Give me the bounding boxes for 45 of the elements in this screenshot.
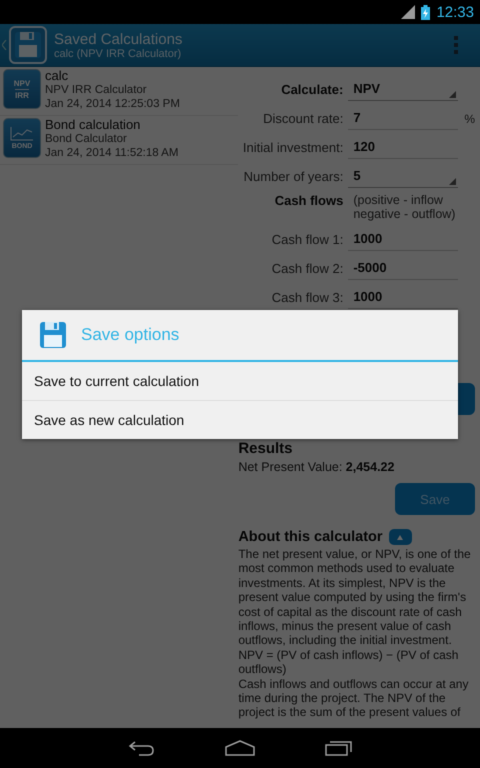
input-field[interactable]: 120: [348, 136, 458, 159]
battery-icon: [421, 4, 430, 20]
section-label: Cash flows: [274, 193, 344, 208]
result-text: Net Present Value: 2,454.22: [238, 460, 396, 474]
back-icon[interactable]: [127, 740, 155, 756]
back-caret-icon: [2, 40, 7, 50]
save-button[interactable]: Save: [395, 483, 475, 515]
section-title: About this calculator: [238, 529, 383, 545]
input-field[interactable]: 1000: [348, 286, 458, 309]
item-calculator: NPV IRR Calculator: [45, 83, 148, 97]
results-heading: Results: [238, 440, 294, 457]
description-text: NPV = (PV of cash inflows) − (PV of cash outflows): [238, 648, 460, 677]
item-name: calc: [45, 69, 70, 83]
screen-title: Saved Calculations: [54, 30, 184, 48]
field-label: Calculate:: [280, 82, 344, 97]
dialog-title: Save options: [81, 325, 180, 345]
input-field[interactable]: 7: [348, 107, 458, 130]
item-name: Bond calculation: [45, 118, 142, 132]
dropdown[interactable]: NPV: [348, 78, 458, 101]
field-label: Cash flow 1:: [270, 232, 344, 247]
chart-line-icon: [10, 126, 34, 140]
dialog-option[interactable]: Save to current calculation: [22, 362, 458, 400]
calculator-icon: NPV IRR: [3, 69, 41, 109]
item-date: Jan 24, 2014 12:25:03 PM: [45, 97, 180, 111]
description-text: The net present value, or NPV, is one of the most common methods used to evaluate investments. At its simplest, NPV is the present value computed by using the firm's cost of capital as the discount rate of cash inflows, minus the present value of cash outflows, including the initial investment.: [238, 546, 472, 648]
item-date: Jan 24, 2014 11:52:18 AM: [45, 146, 178, 160]
item-calculator: Bond Calculator: [45, 132, 128, 146]
dropdown[interactable]: 5: [348, 165, 458, 188]
recent-apps-icon[interactable]: [325, 740, 353, 756]
input-field[interactable]: -5000: [348, 257, 458, 280]
home-icon[interactable]: [225, 740, 255, 756]
saved-calculation-item[interactable]: NPV IRR calc NPV IRR Calculator Jan 24, 2014 12:25:03 PM: [0, 67, 238, 116]
dialog-option[interactable]: Save as new calculation: [22, 400, 458, 439]
hint-text: (positive - inflow negative - outflow): [352, 193, 456, 221]
clock: 12:33: [436, 4, 474, 20]
screen-subtitle: calc (NPV IRR Calculator): [54, 48, 182, 60]
description-text: Cash inflows and outflows can occur at any time during the project. The NPV of the project is the sum of the present values of: [238, 676, 470, 720]
field-label: Number of years:: [242, 169, 344, 184]
input-field[interactable]: 1000: [348, 228, 458, 251]
field-label: Cash flow 2:: [270, 261, 344, 276]
field-label: Cash flow 3:: [270, 290, 344, 305]
unit-label: %: [463, 112, 475, 126]
field-label: Discount rate:: [262, 111, 344, 126]
field-label: Initial investment:: [242, 140, 344, 155]
signal-icon: [401, 5, 416, 19]
